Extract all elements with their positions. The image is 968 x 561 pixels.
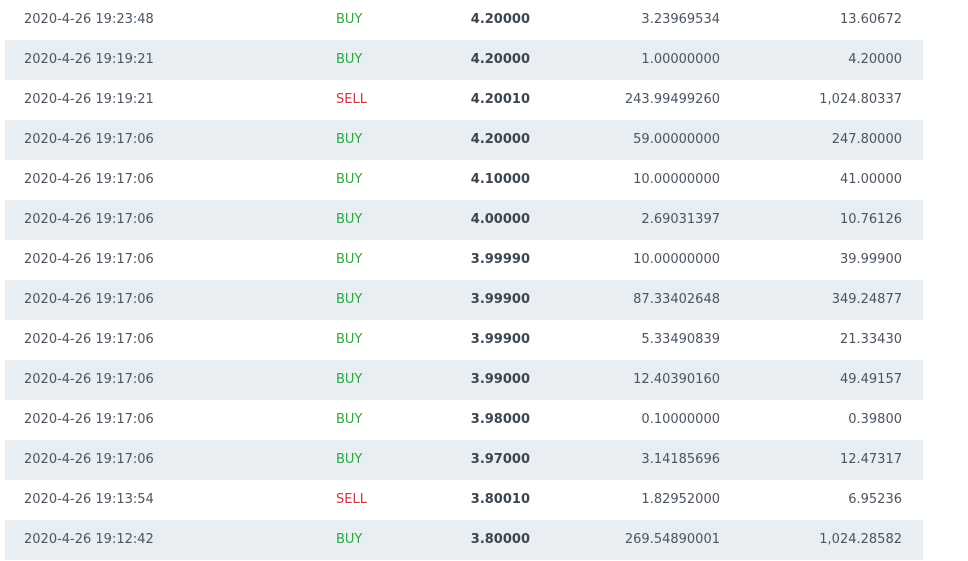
- trade-time: 2020-4-26 19:19:21: [24, 52, 154, 67]
- trade-side: BUY: [336, 412, 363, 427]
- trade-row: 2020-4-26 19:17:06 BUY 3.97000 3.14185696 12…: [5, 440, 923, 480]
- trade-side: BUY: [336, 52, 363, 67]
- trade-side: SELL: [336, 492, 367, 507]
- trade-side: BUY: [336, 332, 363, 347]
- trade-price: 3.80010: [470, 492, 530, 507]
- trade-time: 2020-4-26 19:17:06: [24, 292, 154, 307]
- trade-row: 2020-4-26 19:17:06 BUY 3.99900 87.33402648 3…: [5, 280, 923, 320]
- trade-time: 2020-4-26 19:17:06: [24, 172, 154, 187]
- trade-row: 2020-4-26 19:17:06 BUY 3.98000 0.10000000 0.…: [5, 400, 923, 440]
- trade-total: 41.00000: [839, 172, 902, 187]
- trade-amount: 1.82952000: [641, 492, 720, 507]
- trade-total: 1,024.80337: [819, 92, 902, 107]
- trade-amount: 0.10000000: [641, 412, 720, 427]
- trade-side: BUY: [336, 172, 363, 187]
- trade-time: 2020-4-26 19:13:54: [24, 492, 154, 507]
- trade-price: 3.99900: [470, 332, 530, 347]
- trade-time: 2020-4-26 19:17:06: [24, 452, 154, 467]
- trade-row: 2020-4-26 19:23:48 BUY 4.20000 3.23969534 13…: [5, 0, 923, 40]
- trade-side: SELL: [336, 92, 367, 107]
- trade-row: 2020-4-26 19:17:06 BUY 4.10000 10.00000000 4…: [5, 160, 923, 200]
- trade-time: 2020-4-26 19:23:48: [24, 12, 154, 27]
- trade-price: 4.10000: [470, 172, 530, 187]
- trade-total: 6.95236: [848, 492, 902, 507]
- trade-time: 2020-4-26 19:17:06: [24, 132, 154, 147]
- trade-side: BUY: [336, 372, 363, 387]
- trade-row: 2020-4-26 19:19:21 SELL 4.20010 243.9949926…: [5, 80, 923, 120]
- trade-price: 3.99000: [470, 372, 530, 387]
- trade-amount: 3.23969534: [641, 12, 720, 27]
- trade-amount: 269.54890001: [624, 532, 720, 547]
- trade-price: 4.20000: [470, 12, 530, 27]
- trade-row: 2020-4-26 19:13:54 SELL 3.80010 1.82952000 6…: [5, 480, 923, 520]
- trade-price: 3.99900: [470, 292, 530, 307]
- trade-side: BUY: [336, 212, 363, 227]
- trade-total: 49.49157: [839, 372, 902, 387]
- trade-side: BUY: [336, 132, 363, 147]
- trade-time: 2020-4-26 19:17:06: [24, 372, 154, 387]
- trade-price: 4.20000: [470, 132, 530, 147]
- trade-time: 2020-4-26 19:19:21: [24, 92, 154, 107]
- trade-total: 10.76126: [839, 212, 902, 227]
- trade-price: 4.00000: [470, 212, 530, 227]
- trade-total: 0.39800: [848, 412, 902, 427]
- trade-time: 2020-4-26 19:17:06: [24, 252, 154, 267]
- trade-total: 247.80000: [831, 132, 902, 147]
- trade-amount: 2.69031397: [641, 212, 720, 227]
- trade-amount: 10.00000000: [633, 252, 720, 267]
- trade-price: 4.20000: [470, 52, 530, 67]
- trade-price: 3.99990: [470, 252, 530, 267]
- trade-row: 2020-4-26 19:17:06 BUY 4.20000 59.00000000 2…: [5, 120, 923, 160]
- trade-time: 2020-4-26 19:17:06: [24, 412, 154, 427]
- trade-side: BUY: [336, 532, 363, 547]
- trade-amount: 5.33490839: [641, 332, 720, 347]
- trade-total: 39.99900: [839, 252, 902, 267]
- trade-time: 2020-4-26 19:12:42: [24, 532, 154, 547]
- trade-amount: 3.14185696: [641, 452, 720, 467]
- trade-price: 3.98000: [470, 412, 530, 427]
- trade-amount: 1.00000000: [641, 52, 720, 67]
- trade-total: 4.20000: [848, 52, 902, 67]
- trade-row: 2020-4-26 19:17:06 BUY 3.99000 12.40390160 4…: [5, 360, 923, 400]
- trade-amount: 243.99499260: [624, 92, 720, 107]
- trade-side: BUY: [336, 292, 363, 307]
- trade-row: 2020-4-26 19:19:21 BUY 4.20000 1.00000000 4.…: [5, 40, 923, 80]
- trade-history-table: 2020-4-26 19:23:48 BUY 4.20000 3.23969534 13…: [5, 0, 923, 560]
- trade-amount: 12.40390160: [633, 372, 720, 387]
- trade-side: BUY: [336, 12, 363, 27]
- trade-amount: 59.00000000: [633, 132, 720, 147]
- trade-total: 21.33430: [839, 332, 902, 347]
- trade-side: BUY: [336, 452, 363, 467]
- trade-time: 2020-4-26 19:17:06: [24, 212, 154, 227]
- trade-amount: 10.00000000: [633, 172, 720, 187]
- trade-row: 2020-4-26 19:12:42 BUY 3.80000 269.54890001…: [5, 520, 923, 560]
- trade-side: BUY: [336, 252, 363, 267]
- trade-total: 13.60672: [839, 12, 902, 27]
- trade-row: 2020-4-26 19:17:06 BUY 4.00000 2.69031397 10…: [5, 200, 923, 240]
- trade-row: 2020-4-26 19:17:06 BUY 3.99900 5.33490839 21…: [5, 320, 923, 360]
- trade-price: 3.80000: [470, 532, 530, 547]
- trade-time: 2020-4-26 19:17:06: [24, 332, 154, 347]
- trade-row: 2020-4-26 19:17:06 BUY 3.99990 10.00000000 3…: [5, 240, 923, 280]
- trade-total: 349.24877: [831, 292, 902, 307]
- trade-amount: 87.33402648: [633, 292, 720, 307]
- trade-total: 1,024.28582: [819, 532, 902, 547]
- trade-total: 12.47317: [839, 452, 902, 467]
- trade-price: 4.20010: [470, 92, 530, 107]
- trade-price: 3.97000: [470, 452, 530, 467]
